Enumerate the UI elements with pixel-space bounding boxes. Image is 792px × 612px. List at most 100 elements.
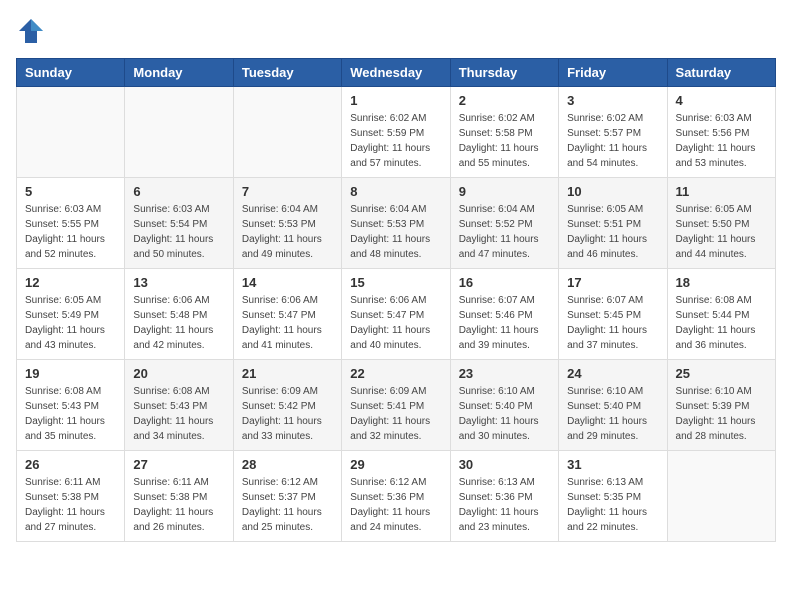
calendar-cell: 15 Sunrise: 6:06 AMSunset: 5:47 PMDayligh… — [342, 269, 450, 360]
day-number: 5 — [25, 184, 116, 199]
logo — [16, 16, 50, 46]
day-number: 2 — [459, 93, 550, 108]
calendar-cell: 27Sunrise: 6:11 AMSunset: 5:38 PMDayligh… — [125, 451, 233, 542]
calendar-cell: 6 Sunrise: 6:03 AMSunset: 5:54 PMDaylight… — [125, 178, 233, 269]
page-header — [16, 16, 776, 46]
calendar-cell: 9 Sunrise: 6:04 AMSunset: 5:52 PMDaylight… — [450, 178, 558, 269]
calendar-cell: 5 Sunrise: 6:03 AMSunset: 5:55 PMDaylight… — [17, 178, 125, 269]
day-number: 21 — [242, 366, 333, 381]
calendar-cell: 12 Sunrise: 6:05 AMSunset: 5:49 PMDayligh… — [17, 269, 125, 360]
day-info: Sunrise: 6:08 AMSunset: 5:43 PMDaylight:… — [25, 384, 116, 444]
calendar-cell: 14 Sunrise: 6:06 AMSunset: 5:47 PMDayligh… — [233, 269, 341, 360]
calendar-week-2: 5 Sunrise: 6:03 AMSunset: 5:55 PMDaylight… — [17, 178, 776, 269]
day-number: 4 — [676, 93, 767, 108]
day-number: 20 — [133, 366, 224, 381]
day-number: 18 — [676, 275, 767, 290]
day-info: Sunrise: 6:10 AMSunset: 5:40 PMDaylight:… — [567, 384, 658, 444]
day-info: Sunrise: 6:04 AMSunset: 5:53 PMDaylight:… — [242, 202, 333, 262]
day-info: Sunrise: 6:10 AMSunset: 5:39 PMDaylight:… — [676, 384, 767, 444]
calendar-cell: 18 Sunrise: 6:08 AMSunset: 5:44 PMDayligh… — [667, 269, 775, 360]
calendar-cell: 31Sunrise: 6:13 AMSunset: 5:35 PMDayligh… — [559, 451, 667, 542]
header-thursday: Thursday — [450, 59, 558, 87]
day-number: 1 — [350, 93, 441, 108]
day-info: Sunrise: 6:03 AMSunset: 5:55 PMDaylight:… — [25, 202, 116, 262]
calendar-cell: 25 Sunrise: 6:10 AMSunset: 5:39 PMDayligh… — [667, 360, 775, 451]
day-number: 25 — [676, 366, 767, 381]
day-info: Sunrise: 6:05 AMSunset: 5:51 PMDaylight:… — [567, 202, 658, 262]
calendar-cell: 1 Sunrise: 6:02 AMSunset: 5:59 PMDaylight… — [342, 87, 450, 178]
day-info: Sunrise: 6:04 AMSunset: 5:52 PMDaylight:… — [459, 202, 550, 262]
logo-icon — [16, 16, 46, 46]
day-number: 29 — [350, 457, 441, 472]
day-number: 23 — [459, 366, 550, 381]
calendar-cell: 17 Sunrise: 6:07 AMSunset: 5:45 PMDayligh… — [559, 269, 667, 360]
day-number: 8 — [350, 184, 441, 199]
calendar-cell: 29 Sunrise: 6:12 AMSunset: 5:36 PMDayligh… — [342, 451, 450, 542]
day-info: Sunrise: 6:03 AMSunset: 5:56 PMDaylight:… — [676, 111, 767, 171]
day-info: Sunrise: 6:05 AMSunset: 5:49 PMDaylight:… — [25, 293, 116, 353]
calendar-cell: 13 Sunrise: 6:06 AMSunset: 5:48 PMDayligh… — [125, 269, 233, 360]
day-info: Sunrise: 6:06 AMSunset: 5:48 PMDaylight:… — [133, 293, 224, 353]
day-info: Sunrise: 6:13 AMSunset: 5:35 PMDaylight:… — [567, 475, 658, 535]
day-info: Sunrise: 6:10 AMSunset: 5:40 PMDaylight:… — [459, 384, 550, 444]
calendar-cell — [17, 87, 125, 178]
day-info: Sunrise: 6:08 AMSunset: 5:44 PMDaylight:… — [676, 293, 767, 353]
day-info: Sunrise: 6:06 AMSunset: 5:47 PMDaylight:… — [350, 293, 441, 353]
day-number: 12 — [25, 275, 116, 290]
day-info: Sunrise: 6:11 AMSunset: 5:38 PMDaylight:… — [25, 475, 116, 535]
calendar-cell: 11Sunrise: 6:05 AMSunset: 5:50 PMDayligh… — [667, 178, 775, 269]
day-number: 11 — [676, 184, 767, 199]
day-number: 14 — [242, 275, 333, 290]
calendar-week-1: 1 Sunrise: 6:02 AMSunset: 5:59 PMDaylight… — [17, 87, 776, 178]
day-info: Sunrise: 6:07 AMSunset: 5:45 PMDaylight:… — [567, 293, 658, 353]
day-info: Sunrise: 6:07 AMSunset: 5:46 PMDaylight:… — [459, 293, 550, 353]
day-number: 17 — [567, 275, 658, 290]
calendar-cell: 8Sunrise: 6:04 AMSunset: 5:53 PMDaylight… — [342, 178, 450, 269]
calendar-cell: 23 Sunrise: 6:10 AMSunset: 5:40 PMDayligh… — [450, 360, 558, 451]
day-number: 30 — [459, 457, 550, 472]
day-info: Sunrise: 6:06 AMSunset: 5:47 PMDaylight:… — [242, 293, 333, 353]
calendar-cell: 20 Sunrise: 6:08 AMSunset: 5:43 PMDayligh… — [125, 360, 233, 451]
day-info: Sunrise: 6:02 AMSunset: 5:57 PMDaylight:… — [567, 111, 658, 171]
calendar-cell — [667, 451, 775, 542]
day-number: 6 — [133, 184, 224, 199]
calendar-cell: 7 Sunrise: 6:04 AMSunset: 5:53 PMDaylight… — [233, 178, 341, 269]
calendar-cell: 26 Sunrise: 6:11 AMSunset: 5:38 PMDayligh… — [17, 451, 125, 542]
day-number: 10 — [567, 184, 658, 199]
day-number: 22 — [350, 366, 441, 381]
header-friday: Friday — [559, 59, 667, 87]
day-info: Sunrise: 6:02 AMSunset: 5:58 PMDaylight:… — [459, 111, 550, 171]
header-saturday: Saturday — [667, 59, 775, 87]
calendar-cell: 10 Sunrise: 6:05 AMSunset: 5:51 PMDayligh… — [559, 178, 667, 269]
calendar-week-5: 26 Sunrise: 6:11 AMSunset: 5:38 PMDayligh… — [17, 451, 776, 542]
calendar-cell: 24Sunrise: 6:10 AMSunset: 5:40 PMDayligh… — [559, 360, 667, 451]
day-info: Sunrise: 6:12 AMSunset: 5:37 PMDaylight:… — [242, 475, 333, 535]
calendar-cell — [125, 87, 233, 178]
calendar-cell — [233, 87, 341, 178]
header-tuesday: Tuesday — [233, 59, 341, 87]
calendar-header-row: SundayMondayTuesdayWednesdayThursdayFrid… — [17, 59, 776, 87]
day-number: 26 — [25, 457, 116, 472]
calendar-cell: 22 Sunrise: 6:09 AMSunset: 5:41 PMDayligh… — [342, 360, 450, 451]
calendar-cell: 3Sunrise: 6:02 AMSunset: 5:57 PMDaylight… — [559, 87, 667, 178]
day-number: 13 — [133, 275, 224, 290]
header-wednesday: Wednesday — [342, 59, 450, 87]
day-info: Sunrise: 6:13 AMSunset: 5:36 PMDaylight:… — [459, 475, 550, 535]
day-info: Sunrise: 6:09 AMSunset: 5:41 PMDaylight:… — [350, 384, 441, 444]
day-info: Sunrise: 6:02 AMSunset: 5:59 PMDaylight:… — [350, 111, 441, 171]
calendar-week-4: 19 Sunrise: 6:08 AMSunset: 5:43 PMDayligh… — [17, 360, 776, 451]
day-number: 19 — [25, 366, 116, 381]
day-info: Sunrise: 6:03 AMSunset: 5:54 PMDaylight:… — [133, 202, 224, 262]
calendar-cell: 30 Sunrise: 6:13 AMSunset: 5:36 PMDayligh… — [450, 451, 558, 542]
calendar-cell: 28Sunrise: 6:12 AMSunset: 5:37 PMDayligh… — [233, 451, 341, 542]
day-number: 27 — [133, 457, 224, 472]
day-info: Sunrise: 6:08 AMSunset: 5:43 PMDaylight:… — [133, 384, 224, 444]
calendar-cell: 16Sunrise: 6:07 AMSunset: 5:46 PMDayligh… — [450, 269, 558, 360]
day-number: 9 — [459, 184, 550, 199]
day-number: 7 — [242, 184, 333, 199]
header-sunday: Sunday — [17, 59, 125, 87]
day-info: Sunrise: 6:12 AMSunset: 5:36 PMDaylight:… — [350, 475, 441, 535]
day-number: 15 — [350, 275, 441, 290]
calendar-cell: 21 Sunrise: 6:09 AMSunset: 5:42 PMDayligh… — [233, 360, 341, 451]
day-info: Sunrise: 6:09 AMSunset: 5:42 PMDaylight:… — [242, 384, 333, 444]
